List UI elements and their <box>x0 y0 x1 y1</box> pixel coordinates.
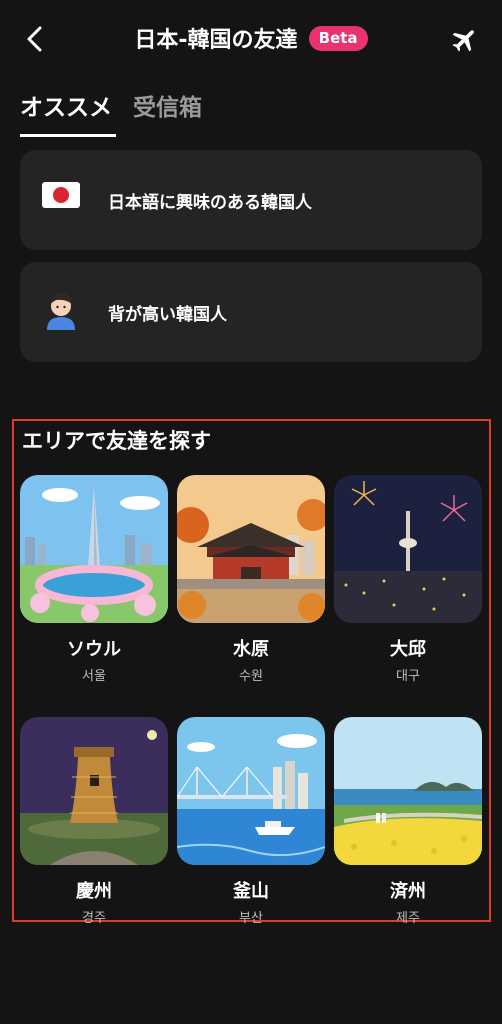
city-name-ko: 서울 <box>82 669 106 684</box>
recommend-card-japanese-interest[interactable]: 日本語に興味のある韓国人 <box>20 150 482 250</box>
gyeongju-illustration <box>20 717 168 865</box>
active-tab-indicator <box>20 134 116 137</box>
airplane-button[interactable] <box>450 25 480 55</box>
city-name-jp: ソウル <box>67 639 121 660</box>
city-tile-seoul[interactable]: ソウル 서울 <box>20 475 168 684</box>
japan-flag-icon <box>42 182 80 208</box>
page-title: 日本-韓国の友達 <box>134 28 298 53</box>
airplane-icon <box>452 30 474 52</box>
city-name-ko: 경주 <box>82 911 106 926</box>
city-tile-daegu[interactable]: 大邱 대구 <box>334 475 482 684</box>
city-name-jp: 済州 <box>390 881 426 902</box>
city-name-jp: 水原 <box>233 639 269 660</box>
jeju-illustration <box>334 717 482 865</box>
recommend-card-label: 日本語に興味のある韓国人 <box>108 193 312 213</box>
city-tile-gyeongju[interactable]: 慶州 경주 <box>20 717 168 926</box>
header-title-group: 日本-韓国の友達 Beta <box>0 22 502 54</box>
city-name-jp: 大邱 <box>390 639 426 660</box>
city-name-ko: 제주 <box>396 911 420 926</box>
tab-inbox[interactable]: 受信箱 <box>133 88 202 122</box>
person-avatar-icon <box>44 290 78 334</box>
city-name-ko: 부산 <box>239 911 263 926</box>
city-name-jp: 慶州 <box>76 881 112 902</box>
city-tile-busan[interactable]: 釜山 부산 <box>177 717 325 926</box>
daegu-illustration <box>334 475 482 623</box>
seoul-illustration <box>20 475 168 623</box>
city-name-jp: 釜山 <box>233 881 269 902</box>
busan-illustration <box>177 717 325 865</box>
city-name-ko: 대구 <box>396 669 420 684</box>
app-header: 日本-韓国の友達 Beta <box>0 0 502 78</box>
suwon-illustration <box>177 475 325 623</box>
city-tile-jeju[interactable]: 済州 제주 <box>334 717 482 926</box>
beta-badge: Beta <box>308 25 368 51</box>
city-name-ko: 수원 <box>239 669 263 684</box>
tab-recommend[interactable]: オススメ <box>20 88 112 122</box>
recommend-card-tall[interactable]: 背が高い韓国人 <box>20 262 482 362</box>
recommend-card-label: 背が高い韓国人 <box>108 305 227 325</box>
city-tile-suwon[interactable]: 水原 수원 <box>177 475 325 684</box>
area-section-title: エリアで友達を探す <box>22 429 211 453</box>
